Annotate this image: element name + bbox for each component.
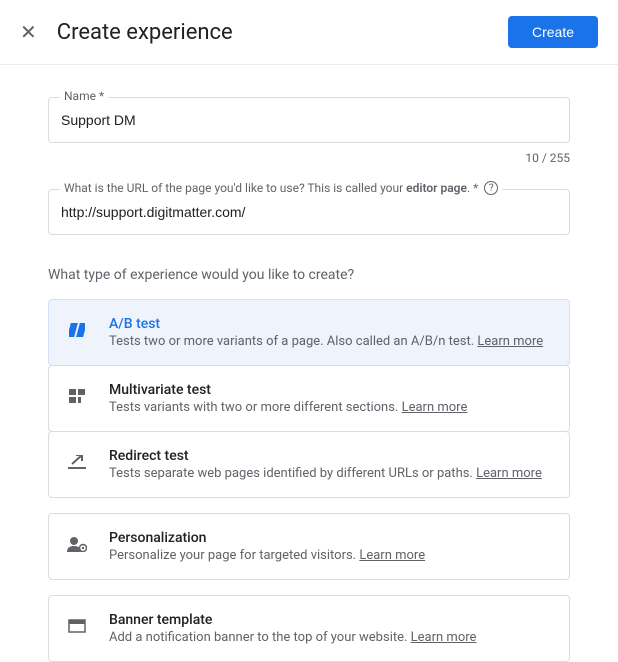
url-field-group: What is the URL of the page you'd like t…: [48, 189, 570, 235]
learn-more-link[interactable]: Learn more: [477, 334, 543, 349]
option-desc: Personalize your page for targeted visit…: [109, 548, 553, 563]
option-desc-text: Tests separate web pages identified by d…: [109, 466, 476, 481]
option-redirect[interactable]: Redirect test Tests separate web pages i…: [48, 431, 570, 498]
option-desc: Tests two or more variants of a page. Al…: [109, 334, 553, 349]
option-title: Banner template: [109, 612, 553, 628]
name-field-group: Name *: [48, 97, 570, 143]
url-input[interactable]: [48, 189, 570, 235]
create-button[interactable]: Create: [508, 16, 598, 48]
char-counter: 10 / 255: [48, 151, 570, 165]
name-input[interactable]: [48, 97, 570, 143]
option-body: A/B test Tests two or more variants of a…: [109, 316, 553, 349]
option-desc-text: Tests two or more variants of a page. Al…: [109, 334, 477, 349]
option-body: Personalization Personalize your page fo…: [109, 530, 553, 563]
header: ✕ Create experience Create: [0, 0, 618, 65]
personalization-icon: [65, 532, 89, 556]
ab-test-icon: [65, 318, 89, 342]
option-personalization[interactable]: Personalization Personalize your page fo…: [48, 513, 570, 580]
option-desc: Tests variants with two or more differen…: [109, 400, 553, 415]
multivariate-icon: [65, 384, 89, 408]
page-title: Create experience: [57, 20, 488, 45]
name-field-label: Name *: [60, 89, 108, 103]
learn-more-link[interactable]: Learn more: [476, 466, 542, 481]
option-desc: Tests separate web pages identified by d…: [109, 466, 553, 481]
option-title: Personalization: [109, 530, 553, 546]
url-label-strong: editor page: [406, 181, 467, 195]
url-label-text: What is the URL of the page you'd like t…: [64, 181, 478, 195]
banner-icon: [65, 614, 89, 638]
option-title: Multivariate test: [109, 382, 553, 398]
option-desc: Add a notification banner to the top of …: [109, 630, 553, 645]
option-desc-text: Personalize your page for targeted visit…: [109, 548, 359, 563]
redirect-icon: [65, 450, 89, 474]
option-title: A/B test: [109, 316, 553, 332]
experience-type-label: What type of experience would you like t…: [48, 267, 570, 283]
option-multivariate[interactable]: Multivariate test Tests variants with tw…: [48, 365, 570, 432]
learn-more-link[interactable]: Learn more: [359, 548, 425, 563]
option-desc-text: Tests variants with two or more differen…: [109, 400, 402, 415]
close-icon[interactable]: ✕: [20, 22, 37, 42]
option-body: Multivariate test Tests variants with tw…: [109, 382, 553, 415]
learn-more-link[interactable]: Learn more: [411, 630, 477, 645]
option-body: Banner template Add a notification banne…: [109, 612, 553, 645]
url-label-suffix: . *: [467, 181, 478, 195]
url-field-label: What is the URL of the page you'd like t…: [60, 181, 502, 195]
option-banner[interactable]: Banner template Add a notification banne…: [48, 595, 570, 662]
help-icon[interactable]: ?: [484, 181, 498, 195]
option-ab-test[interactable]: A/B test Tests two or more variants of a…: [48, 299, 570, 366]
option-desc-text: Add a notification banner to the top of …: [109, 630, 411, 645]
option-title: Redirect test: [109, 448, 553, 464]
learn-more-link[interactable]: Learn more: [402, 400, 468, 415]
url-label-prefix: What is the URL of the page you'd like t…: [64, 181, 406, 195]
content: Name * 10 / 255 What is the URL of the p…: [0, 65, 618, 662]
option-body: Redirect test Tests separate web pages i…: [109, 448, 553, 481]
